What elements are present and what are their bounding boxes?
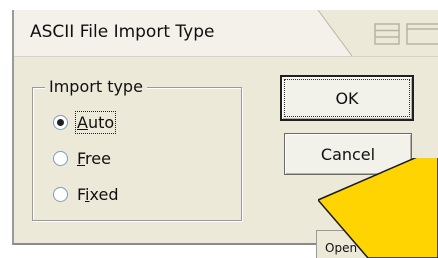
cancel-button-label: Cancel	[320, 144, 376, 164]
label-rest: uto	[87, 112, 115, 132]
title-tab: ASCII File Import Type	[14, 10, 314, 57]
import-type-legend: Import type	[45, 77, 147, 96]
mnemonic-letter: F	[77, 148, 86, 168]
restore-window-icon[interactable]	[406, 22, 438, 50]
cancel-button[interactable]: Cancel	[284, 133, 412, 175]
ok-button[interactable]: OK	[280, 75, 414, 121]
radio-free[interactable]: Free	[53, 146, 111, 170]
tile-windows-icon[interactable]	[374, 22, 400, 50]
title-separator	[14, 56, 438, 57]
label-start: F	[77, 184, 86, 204]
title-bar[interactable]: ASCII File Import Type	[14, 10, 438, 57]
radio-fixed-label[interactable]: Fixed	[77, 185, 118, 204]
radio-auto-circle[interactable]	[53, 114, 68, 130]
radio-fixed[interactable]: Fixed	[53, 182, 118, 206]
title-controls	[374, 22, 438, 46]
radio-fixed-circle[interactable]	[53, 186, 68, 202]
title-tab-slant	[314, 10, 354, 56]
mnemonic-letter: A	[77, 112, 88, 132]
radio-auto-label[interactable]: Auto	[74, 110, 117, 134]
label-rest: ree	[85, 148, 111, 168]
open-text-file-tab-label: Open Text Fi	[325, 241, 399, 255]
ok-focus-rect	[284, 79, 410, 117]
screenshot-stage: ASCII File Import Type Import type Auto …	[0, 0, 438, 258]
label-rest: xed	[89, 184, 119, 204]
radio-selected-dot	[57, 118, 64, 126]
window-title: ASCII File Import Type	[30, 22, 215, 42]
radio-auto[interactable]: Auto	[53, 110, 117, 134]
import-type-group: Import type Auto Free Fixed	[32, 77, 242, 221]
radio-free-circle[interactable]	[53, 150, 68, 166]
radio-free-label[interactable]: Free	[77, 149, 111, 168]
open-text-file-tab[interactable]: Open Text Fi	[316, 230, 436, 258]
ascii-import-dialog: ASCII File Import Type Import type Auto …	[12, 10, 438, 245]
